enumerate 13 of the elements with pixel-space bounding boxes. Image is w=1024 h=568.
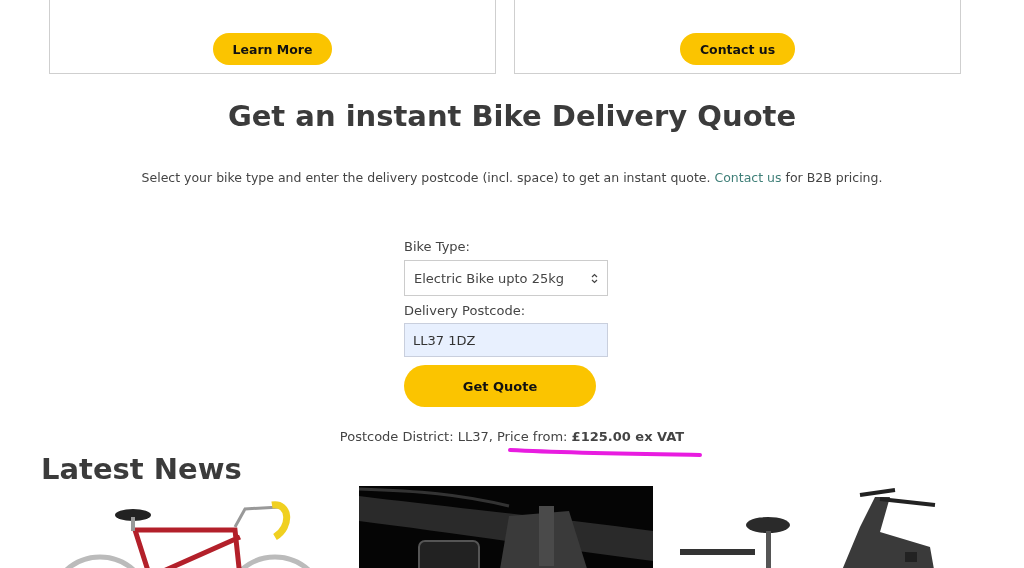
card-button[interactable]: Contact us [679, 33, 796, 65]
bike-type-select[interactable]: Electric Bike upto 25kg [404, 260, 608, 296]
field-label: Bike Type: [404, 239, 471, 255]
card-button[interactable]: Learn More [212, 33, 333, 65]
section-heading: Get an instant Bike Delivery Quote [226, 98, 798, 135]
get-quote-button[interactable]: Get Quote [404, 365, 596, 407]
quote-result-text: Postcode District: LL37, Price from: £125.00 ex VAT [339, 429, 685, 445]
contact-link[interactable]: Contact us [714, 170, 782, 185]
field-label: Delivery Postcode: [404, 303, 527, 319]
updown-icon [591, 272, 598, 284]
intro-text: Select your bike type and enter the delivery postcode (incl. space) to get an instant quote. Contact us for B2B pricing. [140, 170, 884, 186]
postcode-field[interactable]: LL37 1DZ [404, 323, 608, 357]
section-heading: Latest News [41, 451, 242, 487]
